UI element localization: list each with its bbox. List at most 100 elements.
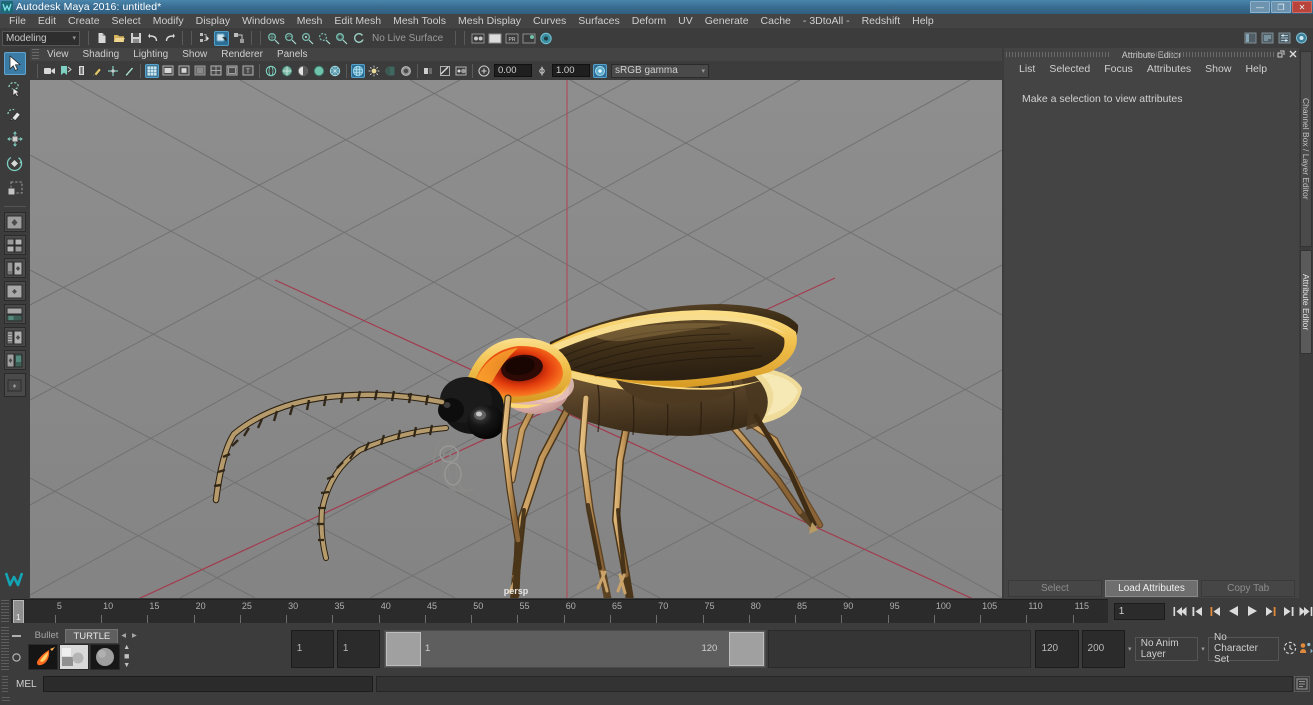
menu-modify[interactable]: Modify: [147, 14, 190, 28]
resolution-gate-icon[interactable]: [177, 64, 191, 78]
depth-of-field-icon[interactable]: [454, 64, 468, 78]
command-output[interactable]: [375, 676, 1293, 692]
menu-mesh[interactable]: Mesh: [291, 14, 329, 28]
menu-select[interactable]: Select: [106, 14, 147, 28]
range-slider-empty-area[interactable]: [768, 629, 1032, 668]
layout-four-view[interactable]: [3, 235, 26, 255]
shelf-scroll-handle[interactable]: ■: [124, 651, 129, 661]
shelf-scroll-down[interactable]: ▼: [123, 662, 130, 669]
render-current-frame-icon[interactable]: [470, 31, 485, 46]
scale-tool[interactable]: [4, 177, 26, 200]
make-live-icon[interactable]: [351, 31, 366, 46]
anim-end-time-field[interactable]: 200: [1081, 629, 1125, 668]
perspective-viewport[interactable]: persp: [30, 80, 1002, 598]
shelf-tab-bullet[interactable]: Bullet: [27, 628, 66, 643]
select-by-component-icon[interactable]: [231, 31, 246, 46]
menu-edit-mesh[interactable]: Edit Mesh: [328, 14, 387, 28]
wireframe-icon[interactable]: [264, 64, 278, 78]
menu-uv[interactable]: UV: [672, 14, 699, 28]
render-view-icon[interactable]: [538, 31, 553, 46]
select-by-hierarchy-icon[interactable]: [197, 31, 212, 46]
layout-persp-graph[interactable]: [3, 281, 26, 301]
chevron-down-icon[interactable]: ▾: [1198, 645, 1208, 653]
ae-menu-list[interactable]: List: [1012, 63, 1042, 75]
image-plane-icon[interactable]: [74, 64, 88, 78]
menu-mesh-display[interactable]: Mesh Display: [452, 14, 527, 28]
time-slider-track[interactable]: 5 10 15 20 25 30 35 40 45 50 55 60 65 70 75 80 85 90 95 100…: [10, 599, 1108, 623]
motion-blur-icon[interactable]: [422, 64, 436, 78]
range-end-handle[interactable]: [729, 631, 765, 666]
move-tool[interactable]: [4, 127, 26, 150]
menu-surfaces[interactable]: Surfaces: [572, 14, 625, 28]
current-frame-field[interactable]: 1: [1113, 602, 1165, 620]
animation-preferences-icon[interactable]: [1298, 641, 1313, 656]
shelf-item-fire[interactable]: [27, 643, 58, 670]
command-language-label[interactable]: MEL: [16, 679, 37, 690]
character-set-selector[interactable]: No Character Set: [1208, 632, 1279, 665]
2d-pan-zoom-icon[interactable]: [106, 64, 120, 78]
use-default-lighting-icon[interactable]: [367, 64, 381, 78]
render-settings-icon[interactable]: PR: [504, 31, 519, 46]
ipr-render-icon[interactable]: [487, 31, 502, 46]
shelf-item-bake[interactable]: [58, 643, 89, 670]
ae-menu-help[interactable]: Help: [1238, 63, 1274, 75]
time-slider-grip[interactable]: [1, 600, 9, 622]
step-forward-key-button[interactable]: [1263, 603, 1277, 619]
layout-hypershade-persp[interactable]: [3, 304, 26, 324]
anim-start-time-field[interactable]: 1: [290, 629, 334, 668]
new-scene-icon[interactable]: [94, 31, 109, 46]
auto-keyframe-icon[interactable]: [1283, 641, 1298, 656]
script-editor-icon[interactable]: [1294, 676, 1310, 692]
snap-to-grid-icon[interactable]: [266, 31, 281, 46]
shelf-grip[interactable]: [1, 626, 9, 671]
viewport-menu-show[interactable]: Show: [175, 48, 214, 61]
menu-deform[interactable]: Deform: [626, 14, 672, 28]
open-scene-icon[interactable]: [111, 31, 126, 46]
safe-title-icon[interactable]: T: [241, 64, 255, 78]
hypershade-icon[interactable]: [521, 31, 536, 46]
isolate-select-icon[interactable]: [477, 64, 491, 78]
show-hide-tool-settings-icon[interactable]: [1277, 31, 1292, 46]
snap-to-curve-icon[interactable]: [283, 31, 298, 46]
flat-shade-icon[interactable]: [312, 64, 326, 78]
show-hide-channel-box-icon[interactable]: [1294, 31, 1309, 46]
exposure-field[interactable]: 0.00: [494, 64, 532, 77]
color-management-selector[interactable]: sRGB gamma ▾: [611, 63, 709, 78]
shelf-options-icon[interactable]: [11, 652, 22, 666]
snap-to-projected-center-icon[interactable]: [317, 31, 332, 46]
menu-windows[interactable]: Windows: [236, 14, 291, 28]
undo-icon[interactable]: [145, 31, 160, 46]
time-cursor[interactable]: 1: [12, 600, 24, 623]
go-to-start-button[interactable]: [1173, 603, 1187, 619]
close-button[interactable]: ✕: [1292, 1, 1312, 13]
viewport-menu-renderer[interactable]: Renderer: [214, 48, 270, 61]
menu-3dtoall[interactable]: - 3DtoAll -: [797, 14, 856, 28]
bookmark-icon[interactable]: [58, 64, 72, 78]
gate-mask-icon[interactable]: [193, 64, 207, 78]
layout-outliner-persp[interactable]: [3, 258, 26, 278]
copy-tab-button[interactable]: Copy Tab: [1201, 579, 1296, 597]
chevron-down-icon[interactable]: ▾: [1125, 645, 1135, 653]
menu-display[interactable]: Display: [190, 14, 236, 28]
layout-single-perspective[interactable]: [3, 212, 26, 232]
range-slider-bar[interactable]: 1 120: [384, 629, 767, 668]
menu-generate[interactable]: Generate: [699, 14, 755, 28]
maximize-button[interactable]: ❐: [1271, 1, 1291, 13]
go-to-end-button[interactable]: [1299, 603, 1313, 619]
shelf-scroll-buttons[interactable]: ▲ ■ ▼: [121, 644, 133, 670]
close-icon[interactable]: [1289, 50, 1297, 60]
menu-redshift[interactable]: Redshift: [856, 14, 907, 28]
menu-curves[interactable]: Curves: [527, 14, 572, 28]
step-back-key-button[interactable]: [1209, 603, 1223, 619]
viewport-menu-shading[interactable]: Shading: [76, 48, 127, 61]
grease-pencil-tool-icon[interactable]: [122, 64, 136, 78]
menu-help[interactable]: Help: [906, 14, 940, 28]
shelf-nav-left[interactable]: ◂: [118, 628, 129, 643]
ae-menu-selected[interactable]: Selected: [1042, 63, 1097, 75]
shelf-scroll-up[interactable]: ▲: [123, 644, 130, 651]
select-tool[interactable]: [3, 52, 26, 75]
snap-to-point-icon[interactable]: [300, 31, 315, 46]
field-chart-icon[interactable]: [209, 64, 223, 78]
screen-space-ao-icon[interactable]: [399, 64, 413, 78]
shelf-nav-right[interactable]: ▸: [129, 628, 140, 643]
